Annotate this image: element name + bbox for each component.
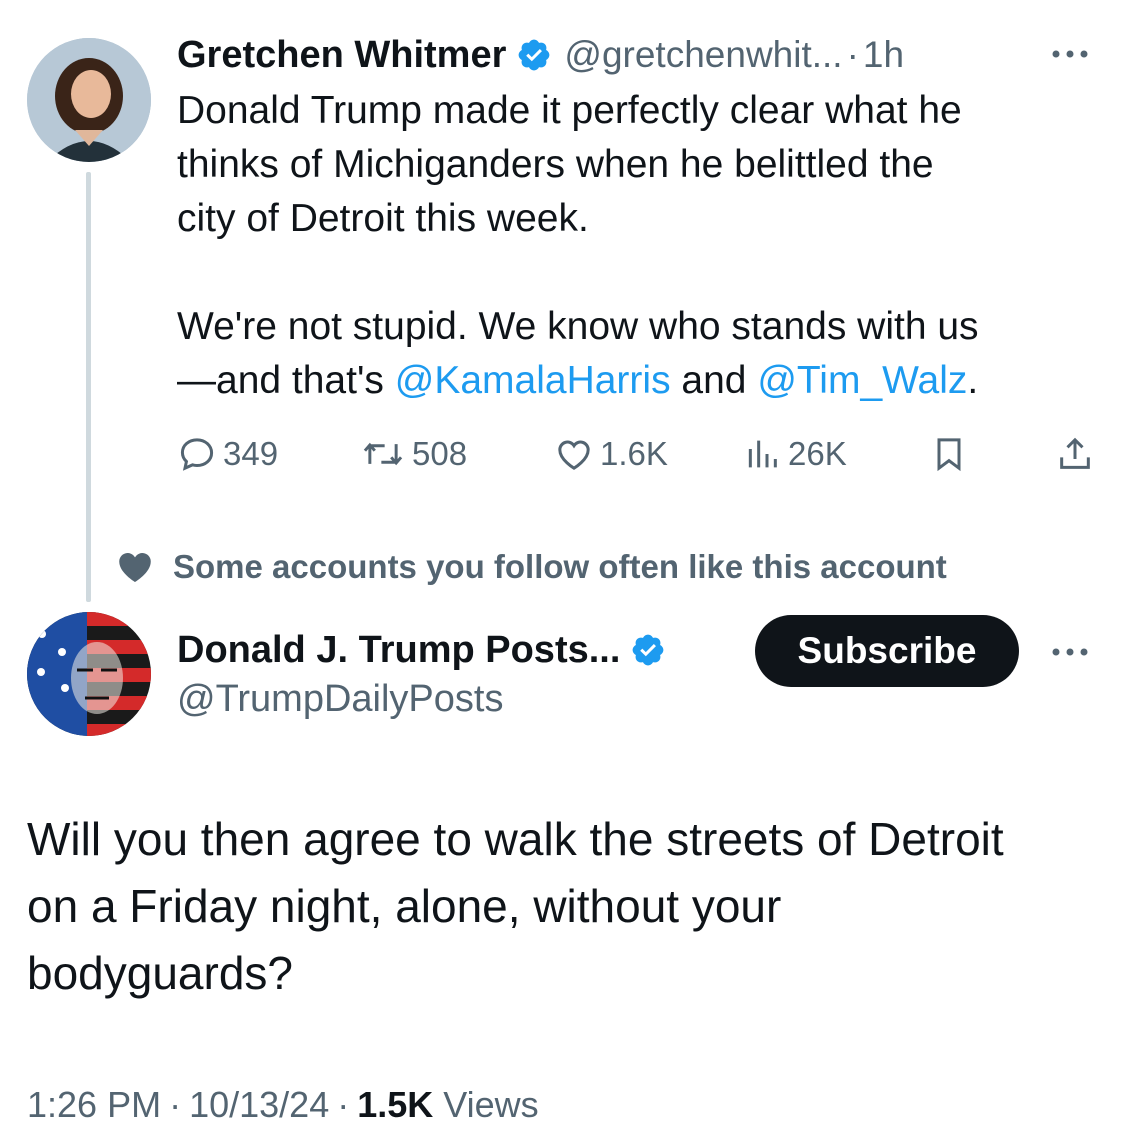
social-context-text: Some accounts you follow often like this… — [173, 548, 947, 585]
social-context: Some accounts you follow often like this… — [117, 542, 947, 592]
like-button[interactable]: 1.6K — [554, 426, 668, 482]
thread-line — [86, 172, 91, 602]
like-count: 1.6K — [600, 435, 668, 472]
author-handle[interactable]: @gretchenwhit... — [564, 34, 842, 76]
tweet1-actions: 349 508 1.6K 26K — [177, 426, 1097, 482]
repost-count: 508 — [412, 435, 468, 472]
like-icon — [558, 440, 590, 470]
bookmark-icon — [937, 438, 961, 472]
mention-tim-walz[interactable]: @Tim_Walz — [757, 359, 967, 402]
mention-kamala-harris[interactable]: @KamalaHarris — [395, 359, 671, 402]
heart-icon — [119, 553, 151, 582]
more-icon[interactable] — [1045, 632, 1095, 672]
text-line: —and that's @KamalaHarris and @Tim_Walz. — [177, 354, 1097, 408]
text-line: city of Detroit this week. — [177, 197, 589, 240]
separator-dot: · — [169, 1084, 182, 1125]
text-fragment: —and that's — [177, 359, 395, 402]
avatar-gretchen-whitmer[interactable] — [27, 38, 151, 162]
author-name[interactable]: Donald J. Trump Posts... — [177, 629, 620, 672]
bookmark-button[interactable] — [929, 426, 975, 482]
author-name[interactable]: Gretchen Whitmer — [177, 34, 506, 77]
text-fragment: . — [967, 359, 979, 402]
author-handle[interactable]: @TrumpDailyPosts — [177, 678, 503, 721]
text-line: thinks of Michiganders when he belittled… — [177, 143, 934, 186]
views-count: 26K — [788, 435, 847, 472]
reply-count: 349 — [223, 435, 279, 472]
more-icon[interactable] — [1045, 34, 1095, 74]
verified-badge-icon — [633, 634, 664, 666]
views-button[interactable]: 26K — [742, 426, 847, 482]
avatar-trump-daily-posts[interactable] — [27, 612, 151, 736]
post-time[interactable]: 1h — [863, 34, 904, 76]
post-time[interactable]: 1:26 PM — [27, 1084, 161, 1126]
views-label: Views — [443, 1084, 539, 1125]
views-icon — [748, 440, 777, 468]
share-button[interactable] — [1055, 426, 1101, 482]
post-metadata: 1:26 PM · 10/13/24 · 1.5K Views — [27, 1080, 539, 1130]
text-line: bodyguards? — [27, 947, 293, 999]
text-line: We're not stupid. We know who stands wit… — [177, 305, 979, 348]
text-line: Will you then agree to walk the streets … — [27, 813, 1004, 865]
reply-button[interactable]: 349 — [177, 426, 278, 482]
subscribe-button[interactable]: Subscribe — [755, 615, 1019, 687]
text-fragment: and — [670, 359, 758, 402]
views-count: 1.5K — [357, 1084, 434, 1125]
tweet1-header: Gretchen Whitmer @gretchenwhit... · 1h — [177, 30, 904, 80]
repost-icon — [363, 442, 403, 466]
text-line: on a Friday night, alone, without your — [27, 880, 782, 932]
text-line: Donald Trump made it perfectly clear wha… — [177, 89, 962, 132]
tweet2-text: Will you then agree to walk the streets … — [27, 806, 1087, 1007]
verified-badge-icon — [519, 39, 550, 71]
share-icon — [1060, 437, 1090, 469]
reply-icon — [180, 438, 214, 471]
separator-dot: · — [846, 34, 859, 75]
repost-button[interactable]: 508 — [360, 426, 467, 482]
separator-dot: · — [337, 1084, 350, 1125]
tweet2-header: Donald J. Trump Posts... — [177, 624, 666, 676]
post-date[interactable]: 10/13/24 — [189, 1084, 329, 1126]
tweet1-text: Donald Trump made it perfectly clear wha… — [177, 84, 1097, 408]
